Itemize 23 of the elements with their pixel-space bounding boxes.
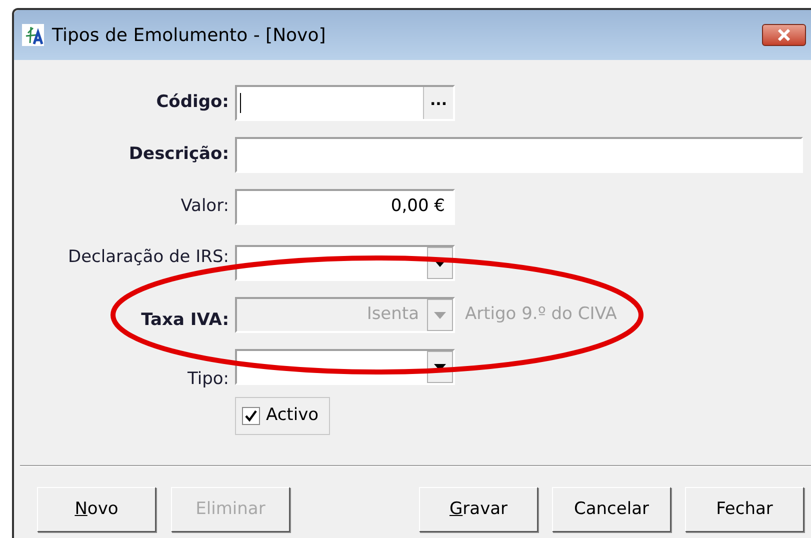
amount-field[interactable]: 0,00 € bbox=[235, 189, 455, 225]
checkbox-box[interactable] bbox=[242, 407, 260, 425]
close-icon bbox=[777, 29, 791, 41]
dialog-button[interactable]: Fechar bbox=[685, 487, 804, 532]
dialog-button[interactable]: Gravar bbox=[419, 487, 538, 532]
field-label: Declaração de IRS: bbox=[68, 246, 229, 269]
code-field[interactable]: ... bbox=[235, 85, 455, 121]
text-cursor bbox=[240, 93, 241, 113]
browse-button[interactable]: ... bbox=[423, 87, 453, 119]
active-checkbox[interactable]: Activo bbox=[235, 397, 330, 435]
field-label: Taxa IVA: bbox=[141, 308, 229, 332]
dialog-button[interactable]: Novo bbox=[37, 487, 156, 532]
field-label: Valor: bbox=[180, 195, 229, 218]
field-label: Tipo: bbox=[187, 368, 229, 390]
field-label: Código: bbox=[156, 91, 229, 114]
close-button[interactable] bbox=[762, 24, 806, 46]
window-title: Tipos de Emolumento - [Novo] bbox=[52, 24, 326, 48]
app-logo-icon bbox=[22, 24, 44, 46]
dialog-button[interactable]: Cancelar bbox=[552, 487, 671, 532]
tax-note: Artigo 9.º do CIVA bbox=[465, 303, 617, 326]
input-field[interactable] bbox=[235, 137, 803, 173]
check-icon bbox=[245, 410, 257, 422]
field-label: Descrição: bbox=[128, 143, 229, 166]
